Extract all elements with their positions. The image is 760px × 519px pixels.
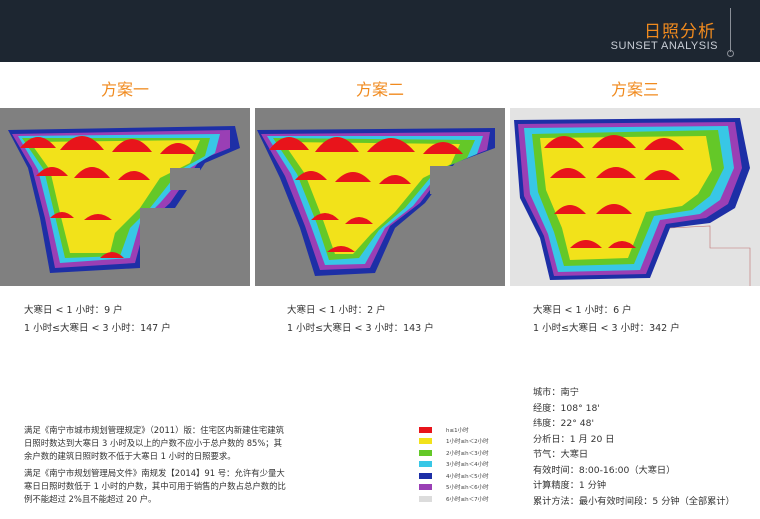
legend-item: 5小时≤h＜6小时 [419,482,489,494]
header-dot-icon [727,50,734,57]
regulation-note-2: 满足《南宁市规划管理局文件》南规发【2014】91 号：允许有少量大寒日日照时数… [24,468,286,504]
scheme-1-stats: 大寒日 < 1 小时：9 户 1 小时≤大寒日 < 3 小时：147 户 [24,304,171,336]
scheme-3-stats: 大寒日 < 1 小时：6 户 1 小时≤大寒日 < 3 小时：342 户 [533,304,680,336]
sunlight-hours-legend: h≤1小时 1小时≤h＜2小时 2小时≤h＜3小时 3小时≤h＜4小时 4小时≤… [419,424,489,505]
scheme-3-title: 方案三 [610,80,659,99]
legend-swatch [419,495,432,502]
info-city: 城市：南宁 [533,387,579,398]
legend-label: 2小时≤h＜3小时 [446,450,489,457]
info-method: 累计方法：最小有效时间段：5 分钟（全部累计） [533,495,735,507]
legend-item: 1小时≤h＜2小时 [419,436,489,448]
scheme-1-stat-line-2: 1 小时≤大寒日 < 3 小时：147 户 [24,323,171,334]
scheme-3-stat-line-2: 1 小时≤大寒日 < 3 小时：342 户 [533,323,680,334]
legend-label: 5小时≤h＜6小时 [446,485,489,492]
info-date: 分析日：1 月 20 日 [533,433,615,445]
legend-swatch [419,438,432,445]
page-title: 日照分析 [644,22,716,42]
legend-label: 1小时≤h＜2小时 [446,439,489,446]
scheme-2-stats: 大寒日 < 1 小时：2 户 1 小时≤大寒日 < 3 小时：143 户 [287,304,434,336]
legend-item: 4小时≤h＜5小时 [419,470,489,482]
info-latitude: 纬度：22° 48' [533,418,594,429]
legend-label: h≤1小时 [446,427,469,434]
scheme-2-stat-line-1: 大寒日 < 1 小时：2 户 [287,305,386,316]
header-bar: 日照分析 SUNSET ANALYSIS [0,0,760,62]
info-longitude: 经度：108° 18' [533,402,600,414]
legend-swatch [419,461,432,468]
scheme-2-sunlight-map [255,108,505,286]
legend-item: 3小时≤h＜4小时 [419,459,489,471]
page-subtitle: SUNSET ANALYSIS [610,40,718,52]
scheme-3-stat-line-1: 大寒日 < 1 小时：6 户 [533,305,632,316]
legend-item: 6小时≤h＜7小时 [419,493,489,505]
legend-swatch [419,472,432,479]
legend-swatch [419,426,432,433]
scheme-1-sunlight-map [0,108,250,286]
scheme-2-stat-line-2: 1 小时≤大寒日 < 3 小时：143 户 [287,323,434,334]
info-precision: 计算精度：1 分钟 [533,480,607,491]
legend-label: 6小时≤h＜7小时 [446,496,489,503]
legend-label: 3小时≤h＜4小时 [446,462,489,469]
header-divider-line [730,8,731,52]
analysis-parameters: 城市：南宁 经度：108° 18' 纬度：22° 48' 分析日：1 月 20 … [533,385,735,509]
scheme-1-title: 方案一 [100,80,149,99]
scheme-1-stat-line-1: 大寒日 < 1 小时：9 户 [24,305,123,316]
scheme-2-title: 方案二 [355,80,404,99]
info-solar-term: 节气：大寒日 [533,449,589,460]
legend-item: h≤1小时 [419,424,489,436]
legend-item: 2小时≤h＜3小时 [419,447,489,459]
info-effective-time: 有效时间：8:00-16:00（大寒日） [533,464,676,476]
scheme-3-sunlight-map [510,108,760,286]
legend-swatch [419,449,432,456]
regulation-note-1: 满足《南宁市城市规划管理规定》（2011）版：住宅区内新建住宅建筑日照时数达到大… [24,425,284,461]
legend-label: 4小时≤h＜5小时 [446,473,489,480]
legend-swatch [419,484,432,491]
